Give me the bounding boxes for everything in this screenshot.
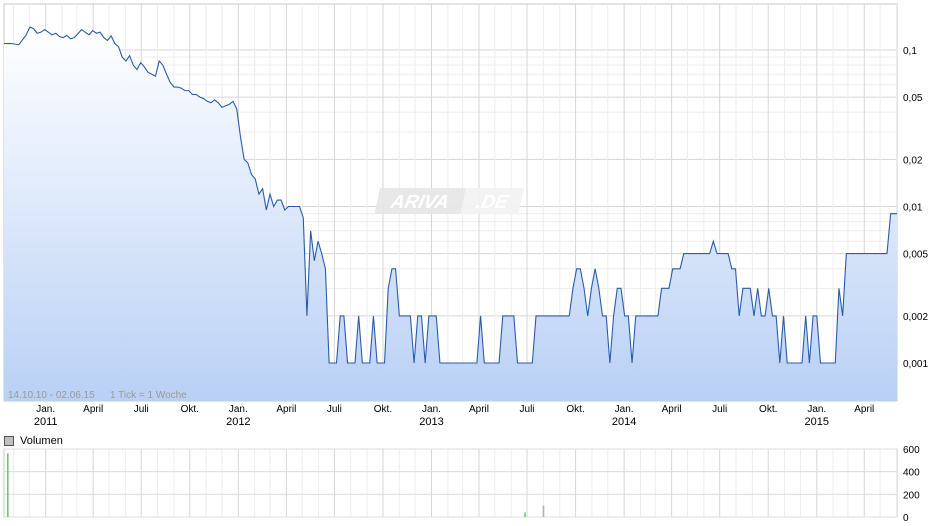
volume-plot-area [3, 448, 898, 518]
volume-legend: Volumen [4, 434, 63, 448]
watermark-right-text: .DE [474, 192, 511, 213]
x-tick-year-label: 2015 [805, 416, 829, 428]
x-tick-label: Jan. [422, 404, 441, 415]
volume-bar [7, 453, 9, 517]
x-tick-year-label: 2011 [34, 416, 58, 428]
x-tick-label: Jan. [229, 404, 248, 415]
volume-panel: 600 400 200 0 [3, 445, 920, 524]
y-tick-label: 0,01 [903, 203, 923, 214]
volume-y-tick-label: 0 [903, 513, 909, 524]
x-tick-label: Juli [520, 404, 535, 415]
x-tick-label: Jan. [807, 404, 826, 415]
y-tick-label: 0,002 [903, 312, 928, 323]
date-range-label: 14.10.10 - 02.06.15 [8, 390, 95, 401]
volume-legend-label: Volumen [20, 435, 63, 447]
x-tick-label: Okt. [759, 404, 777, 415]
volume-bar [524, 512, 526, 517]
x-tick-label: Juli [134, 404, 149, 415]
watermark-left-text: ARIVA [388, 192, 451, 213]
volume-legend-swatch [4, 436, 14, 446]
x-tick-year-label: 2014 [612, 416, 636, 428]
x-tick-label: April [469, 404, 489, 415]
x-tick-label: April [854, 404, 874, 415]
y-tick-label: 0,005 [903, 250, 928, 261]
volume-y-tick-label: 600 [903, 445, 920, 456]
x-tick-label: Okt. [181, 404, 199, 415]
y-tick-label: 0,001 [903, 359, 928, 370]
x-tick-year-label: 2013 [419, 416, 443, 428]
tick-interval-label: 1 Tick = 1 Woche [110, 390, 187, 401]
x-tick-label: April [662, 404, 682, 415]
x-tick-label: April [276, 404, 296, 415]
x-tick-label: Jan. [615, 404, 634, 415]
x-tick-label: Jan. [36, 404, 55, 415]
x-tick-year-label: 2012 [226, 416, 250, 428]
stock-chart: ARIVA .DE 14.10.10 - 02.06.15 1 Tick = 1… [3, 3, 928, 524]
x-tick-label: Juli [712, 404, 727, 415]
date-x-axis: Jan.2011April Juli Okt. Jan.2012April Juli Ok… [34, 404, 874, 428]
x-tick-label: Okt. [566, 404, 584, 415]
x-tick-label: April [83, 404, 103, 415]
volume-y-tick-label: 200 [903, 490, 920, 501]
price-y-axis: 0,1 0,05 0,02 0,01 0,005 0,002 0,001 [903, 46, 928, 370]
watermark: ARIVA .DE [374, 188, 524, 214]
price-panel: ARIVA .DE 14.10.10 - 02.06.15 1 Tick = 1… [3, 3, 928, 428]
volume-bar [542, 505, 545, 517]
y-tick-label: 0,02 [903, 155, 923, 166]
volume-y-tick-label: 400 [903, 468, 920, 479]
volume-y-axis: 600 400 200 0 [903, 445, 920, 524]
x-tick-label: Okt. [374, 404, 392, 415]
y-tick-label: 0,1 [903, 46, 917, 57]
y-tick-label: 0,05 [903, 93, 923, 104]
x-tick-label: Juli [327, 404, 342, 415]
